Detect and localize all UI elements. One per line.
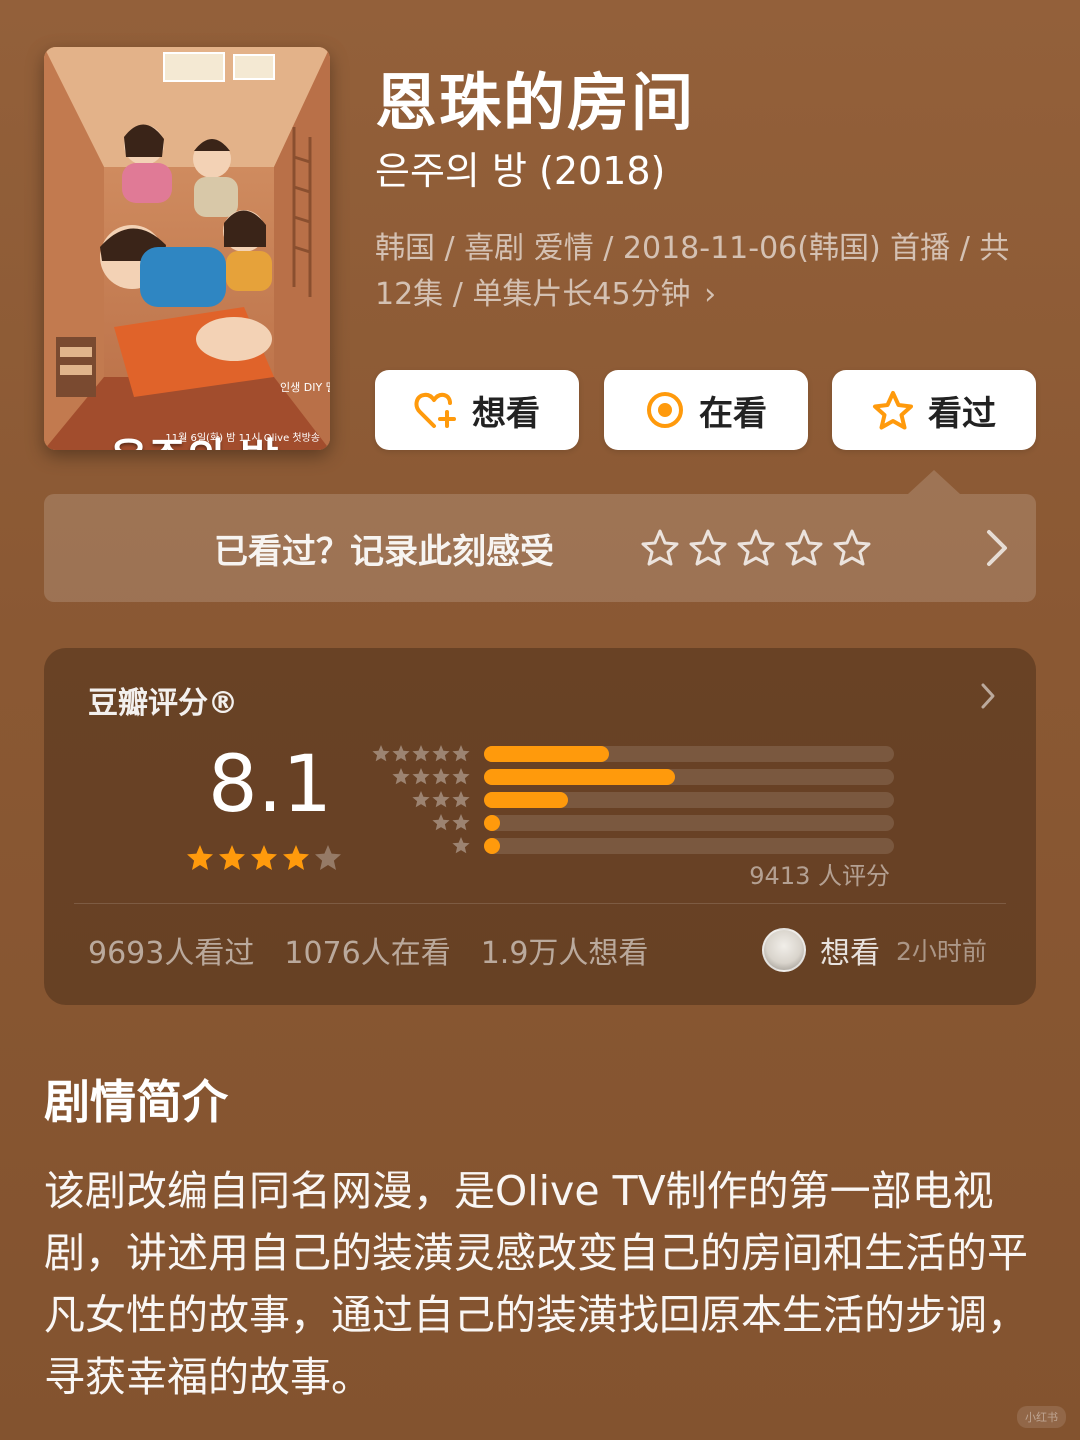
wish-button-label: 想看 — [472, 393, 540, 434]
poster-tagline: 인생 DIY 멜로디 — [280, 381, 330, 394]
record-prompt: 已看过？记录此刻感受 — [214, 532, 554, 572]
watched-count[interactable]: 9693人看过 — [88, 928, 254, 972]
distribution-bar-4-stars — [484, 769, 894, 785]
show-meta-info[interactable]: 韩国 / 喜剧 爱情 / 2018-11-06(韩国) 首播 / 共12集 / … — [375, 226, 1035, 318]
distribution-bar-fill — [484, 838, 501, 854]
star-empty-icon — [315, 845, 341, 870]
wish-count[interactable]: 1.9万人想看 — [481, 928, 649, 972]
poster-image[interactable]: 인생 DIY 멜로디 은주의 방 11월 6일(화) 밤 11시 Olive 첫… — [44, 47, 330, 450]
rate-star-3-icon[interactable] — [736, 528, 776, 568]
distribution-row-5-stars-icon — [372, 745, 470, 762]
distribution-bar-2-stars — [484, 815, 894, 831]
heart-plus-icon — [414, 392, 456, 428]
target-icon — [647, 392, 683, 428]
rating-count: 9413 人评分 — [749, 862, 890, 890]
rate-star-1-icon[interactable] — [640, 528, 680, 568]
rating-distribution-bars — [484, 746, 894, 861]
poster-airing-text: 11월 6일(화) 밤 11시 Olive 첫방송 — [165, 433, 320, 444]
distribution-bar-fill — [484, 746, 610, 762]
rate-star-2-icon[interactable] — [688, 528, 728, 568]
audience-stats: 9693人看过 1076人在看 1.9万人想看 — [88, 928, 648, 972]
star-filled-icon — [219, 845, 245, 870]
distribution-row-1-stars-icon — [452, 837, 470, 854]
distribution-bar-fill — [484, 815, 501, 831]
rating-score: 8.1 — [208, 740, 333, 830]
watching-button[interactable]: 在看 — [604, 370, 808, 450]
show-original-title: 은주의 방 (2018) — [375, 149, 666, 193]
star-filled-icon — [283, 845, 309, 870]
distribution-bar-3-stars — [484, 792, 894, 808]
rate-star-5-icon[interactable] — [832, 528, 872, 568]
distribution-row-4-stars-icon — [392, 768, 470, 785]
distribution-row-2-stars-icon — [432, 814, 470, 831]
rate-star-4-icon[interactable] — [784, 528, 824, 568]
watching-button-label: 在看 — [699, 393, 767, 434]
show-title: 恩珠的房间 — [375, 66, 696, 139]
show-meta-text: 韩国 / 喜剧 爱情 / 2018-11-06(韩国) 首播 / 共12集 / … — [375, 231, 1010, 312]
friend-status: 想看 — [820, 936, 880, 971]
friend-activity[interactable]: 想看 2小时前 — [762, 928, 987, 972]
distribution-bar-fill — [484, 769, 675, 785]
rating-stars — [186, 844, 342, 872]
distribution-bar-1-stars — [484, 838, 894, 854]
distribution-star-labels — [372, 745, 470, 854]
rating-label: 豆瓣评分® — [88, 686, 238, 721]
douban-rating-card[interactable]: 豆瓣评分® 8.1 9413 人评分 9693人看过 1076人在看 1.9万人… — [44, 648, 1036, 1005]
watching-count[interactable]: 1076人在看 — [284, 928, 450, 972]
distribution-bar-fill — [484, 792, 569, 808]
watched-button-label: 看过 — [928, 393, 996, 434]
divider — [74, 903, 1006, 904]
star-filled-icon — [187, 845, 213, 870]
record-panel-pointer — [908, 470, 960, 494]
chevron-right-icon — [981, 683, 995, 709]
watermark: 小红书 — [1017, 1406, 1066, 1428]
chevron-right-icon — [987, 530, 1007, 566]
record-feeling-panel[interactable]: 已看过？记录此刻感受 — [44, 494, 1036, 602]
synopsis-heading: 剧情简介 — [44, 1075, 228, 1129]
meta-chevron-icon: › — [704, 277, 717, 312]
star-outline-icon — [873, 391, 913, 430]
friend-time: 2小时前 — [896, 937, 987, 966]
distribution-row-3-stars-icon — [412, 791, 470, 808]
watched-button[interactable]: 看过 — [832, 370, 1036, 450]
record-star-rating[interactable] — [640, 528, 872, 568]
distribution-bar-5-stars — [484, 746, 894, 762]
star-filled-icon — [251, 845, 277, 870]
wish-button[interactable]: 想看 — [375, 370, 579, 450]
avatar — [762, 928, 806, 972]
synopsis-text: 该剧改编自同名网漫，是Olive TV制作的第一部电视剧，讲述用自己的装潢灵感改… — [44, 1167, 1028, 1401]
